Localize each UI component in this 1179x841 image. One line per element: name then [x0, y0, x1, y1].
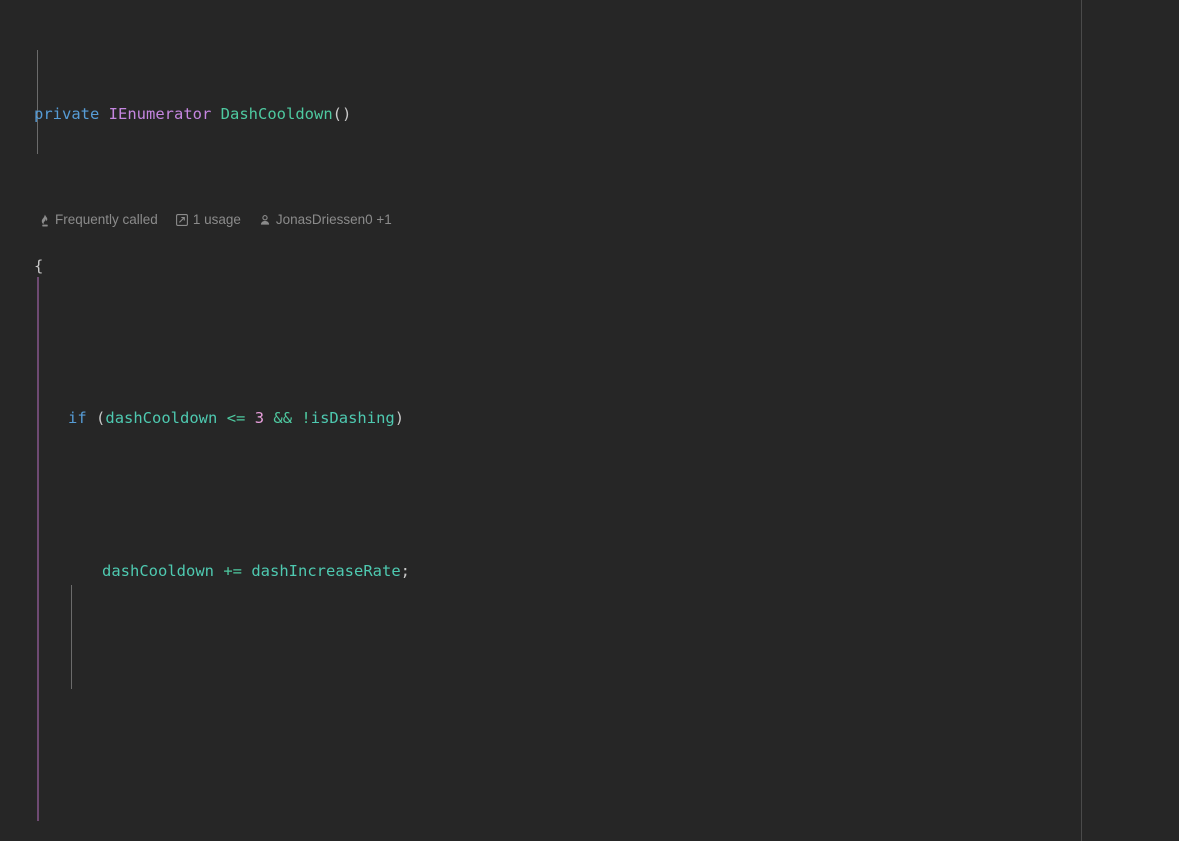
token-field: dashCooldown — [105, 409, 217, 427]
codelens-label: Frequently called — [55, 207, 158, 232]
token-method: DashCooldown — [221, 105, 333, 123]
code-text[interactable]: private IEnumerator DashCooldown() { if … — [0, 0, 1179, 841]
flame-icon — [38, 214, 51, 227]
token-paren: () — [333, 105, 352, 123]
token-field: dashCooldown — [102, 562, 214, 580]
token-operator: <= — [227, 409, 246, 427]
token-paren: ) — [395, 409, 404, 427]
codelens-label: JonasDriessen0 +1 — [276, 207, 392, 232]
token-keyword: if — [68, 409, 87, 427]
token-field: isDashing — [311, 409, 395, 427]
code-line-blank — [0, 711, 1179, 736]
token-number: 3 — [255, 409, 264, 427]
token-operator: && — [273, 409, 292, 427]
codelens-row[interactable]: Frequently called 1 usage — [38, 210, 410, 230]
token-operator: += — [223, 562, 242, 580]
code-line: if (dashCooldown <= 3 && !isDashing) — [0, 406, 1179, 431]
usage-arrow-icon — [176, 214, 189, 227]
token-brace-open: { — [34, 257, 43, 275]
codelens-usages[interactable]: 1 usage — [176, 207, 241, 232]
code-line: dashCooldown += dashIncreaseRate; — [0, 559, 1179, 584]
codelens-authors[interactable]: JonasDriessen0 +1 — [259, 207, 392, 232]
person-icon — [259, 214, 272, 227]
codelens-frequently-called[interactable]: Frequently called — [38, 207, 158, 232]
token-field: dashIncreaseRate — [251, 562, 400, 580]
token-semicolon: ; — [401, 562, 410, 580]
token-keyword: private — [34, 105, 99, 123]
codelens-label: 1 usage — [193, 207, 241, 232]
code-line: private IEnumerator DashCooldown() — [0, 102, 1179, 127]
code-editor[interactable]: private IEnumerator DashCooldown() { if … — [0, 0, 1179, 841]
token-type: IEnumerator — [109, 105, 212, 123]
token-operator: ! — [301, 409, 310, 427]
code-line: { — [0, 254, 1179, 279]
token-paren: ( — [96, 409, 105, 427]
